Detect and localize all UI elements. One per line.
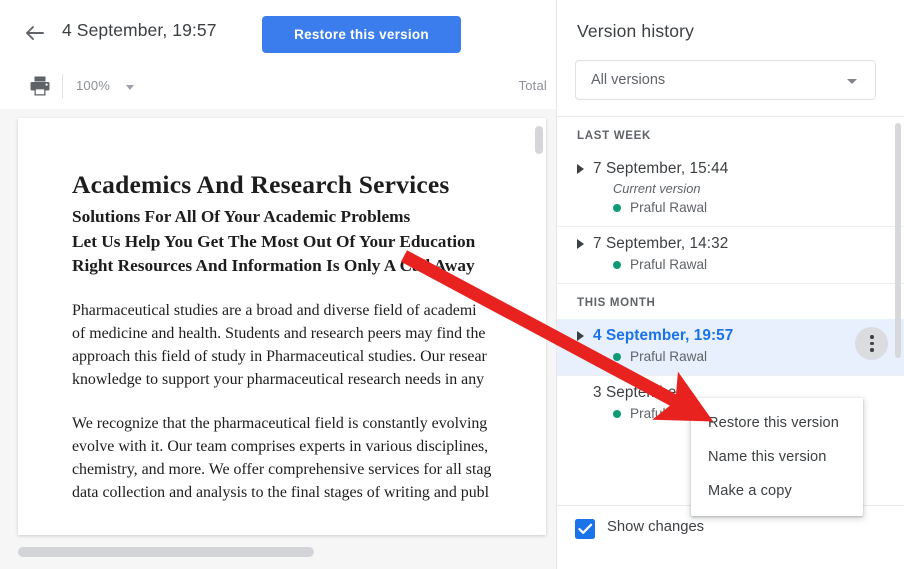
show-changes-label[interactable]: Show changes [607, 519, 704, 535]
show-changes-checkbox[interactable] [575, 519, 595, 539]
chevron-down-icon[interactable] [126, 85, 134, 90]
document-vertical-scrollbar-thumb[interactable] [535, 126, 543, 154]
arrow-left-icon[interactable] [21, 20, 49, 46]
version-author: Praful Rawal [613, 200, 904, 215]
document-paragraph-2: We recognize that the pharmaceutical fie… [72, 413, 546, 505]
printer-icon[interactable] [28, 75, 52, 97]
document-canvas: Academics And Research Services Solution… [0, 109, 556, 569]
document-subtitle-2: Let Us Help You Get The Most Out Of Your… [72, 231, 476, 251]
author-color-dot [613, 352, 621, 361]
document-vertical-scrollbar-track[interactable] [534, 120, 543, 534]
version-entry[interactable]: 7 September, 14:32 Praful Rawal [557, 226, 904, 283]
document-horizontal-scrollbar-thumb[interactable] [18, 547, 314, 557]
menu-item-make-a-copy[interactable]: Make a copy [691, 474, 863, 508]
chevron-down-icon [847, 79, 857, 84]
version-entry-date: 7 September, 15:44 [593, 160, 729, 177]
current-version-label: Current version [613, 181, 701, 196]
doc-line: data collection and analysis to the fina… [72, 483, 490, 501]
document-page: Academics And Research Services Solution… [18, 118, 546, 535]
doc-line: We recognize that the pharmaceutical fie… [72, 414, 488, 432]
expand-triangle-icon[interactable] [577, 331, 584, 341]
version-group-header-last-week: LAST WEEK [577, 130, 652, 142]
version-entry-date: 3 September [593, 384, 682, 401]
version-author: Praful Rawal [613, 257, 904, 272]
author-color-dot [613, 260, 621, 269]
document-content: Academics And Research Services Solution… [72, 170, 546, 505]
expand-triangle-icon[interactable] [577, 239, 584, 249]
version-entry-date: 4 September, 19:57 [593, 327, 734, 344]
doc-line: evolve with it. Our team comprises exper… [72, 437, 489, 455]
doc-line: Pharmaceutical studies are a broad and d… [72, 301, 477, 319]
versions-filter-value: All versions [591, 72, 666, 88]
menu-item-restore-this-version[interactable]: Restore this version [691, 406, 863, 440]
author-color-dot [613, 203, 621, 212]
version-history-screen: 4 September, 19:57 Restore this version … [0, 0, 904, 569]
version-context-menu: Restore this version Name this version M… [691, 398, 863, 516]
author-name: Praful Rawal [630, 200, 708, 215]
document-header-bar: 4 September, 19:57 Restore this version [0, 0, 556, 63]
version-entry[interactable]: 7 September, 15:44 Current version Prafu… [557, 152, 904, 226]
zoom-level-value[interactable]: 100% [76, 78, 110, 93]
versions-filter-dropdown[interactable]: All versions [575, 60, 876, 100]
doc-line: chemistry, and more. We offer comprehens… [72, 460, 492, 478]
doc-line: knowledge to support your pharmaceutical… [72, 370, 485, 388]
total-label: Total [518, 78, 547, 93]
menu-item-name-this-version[interactable]: Name this version [691, 440, 863, 474]
doc-line: of medicine and health. Students and res… [72, 324, 486, 342]
version-history-title: Version history [577, 21, 695, 41]
document-subtitle-1: Solutions For All Of Your Academic Probl… [72, 207, 411, 227]
document-toolbar: 100% Total [0, 62, 556, 110]
author-name: Praful Rawal [630, 349, 708, 364]
author-color-dot [613, 409, 621, 418]
version-group-header-this-month: THIS MONTH [557, 283, 904, 319]
author-name: Praful Rawal [630, 257, 708, 272]
version-entry-selected[interactable]: 4 September, 19:57 Praful Rawal [557, 319, 904, 375]
version-list-scrollbar-thumb[interactable] [895, 123, 901, 358]
version-history-panel: Version history All versions LAST WEEK 7… [556, 0, 904, 569]
toolbar-divider [62, 74, 63, 98]
version-entry-date: 7 September, 14:32 [593, 235, 729, 252]
doc-line: approach this field of study in Pharmace… [72, 347, 487, 365]
restore-this-version-button[interactable]: Restore this version [262, 16, 461, 53]
more-vertical-icon[interactable] [855, 327, 888, 360]
expand-triangle-icon[interactable] [577, 164, 584, 174]
document-subtitle-3: Right Resources And Information Is Only … [72, 256, 475, 276]
document-title: Academics And Research Services [72, 170, 450, 199]
page-title: 4 September, 19:57 [62, 20, 217, 40]
document-pane: 4 September, 19:57 Restore this version … [0, 0, 556, 569]
document-paragraph-1: Pharmaceutical studies are a broad and d… [72, 300, 546, 392]
